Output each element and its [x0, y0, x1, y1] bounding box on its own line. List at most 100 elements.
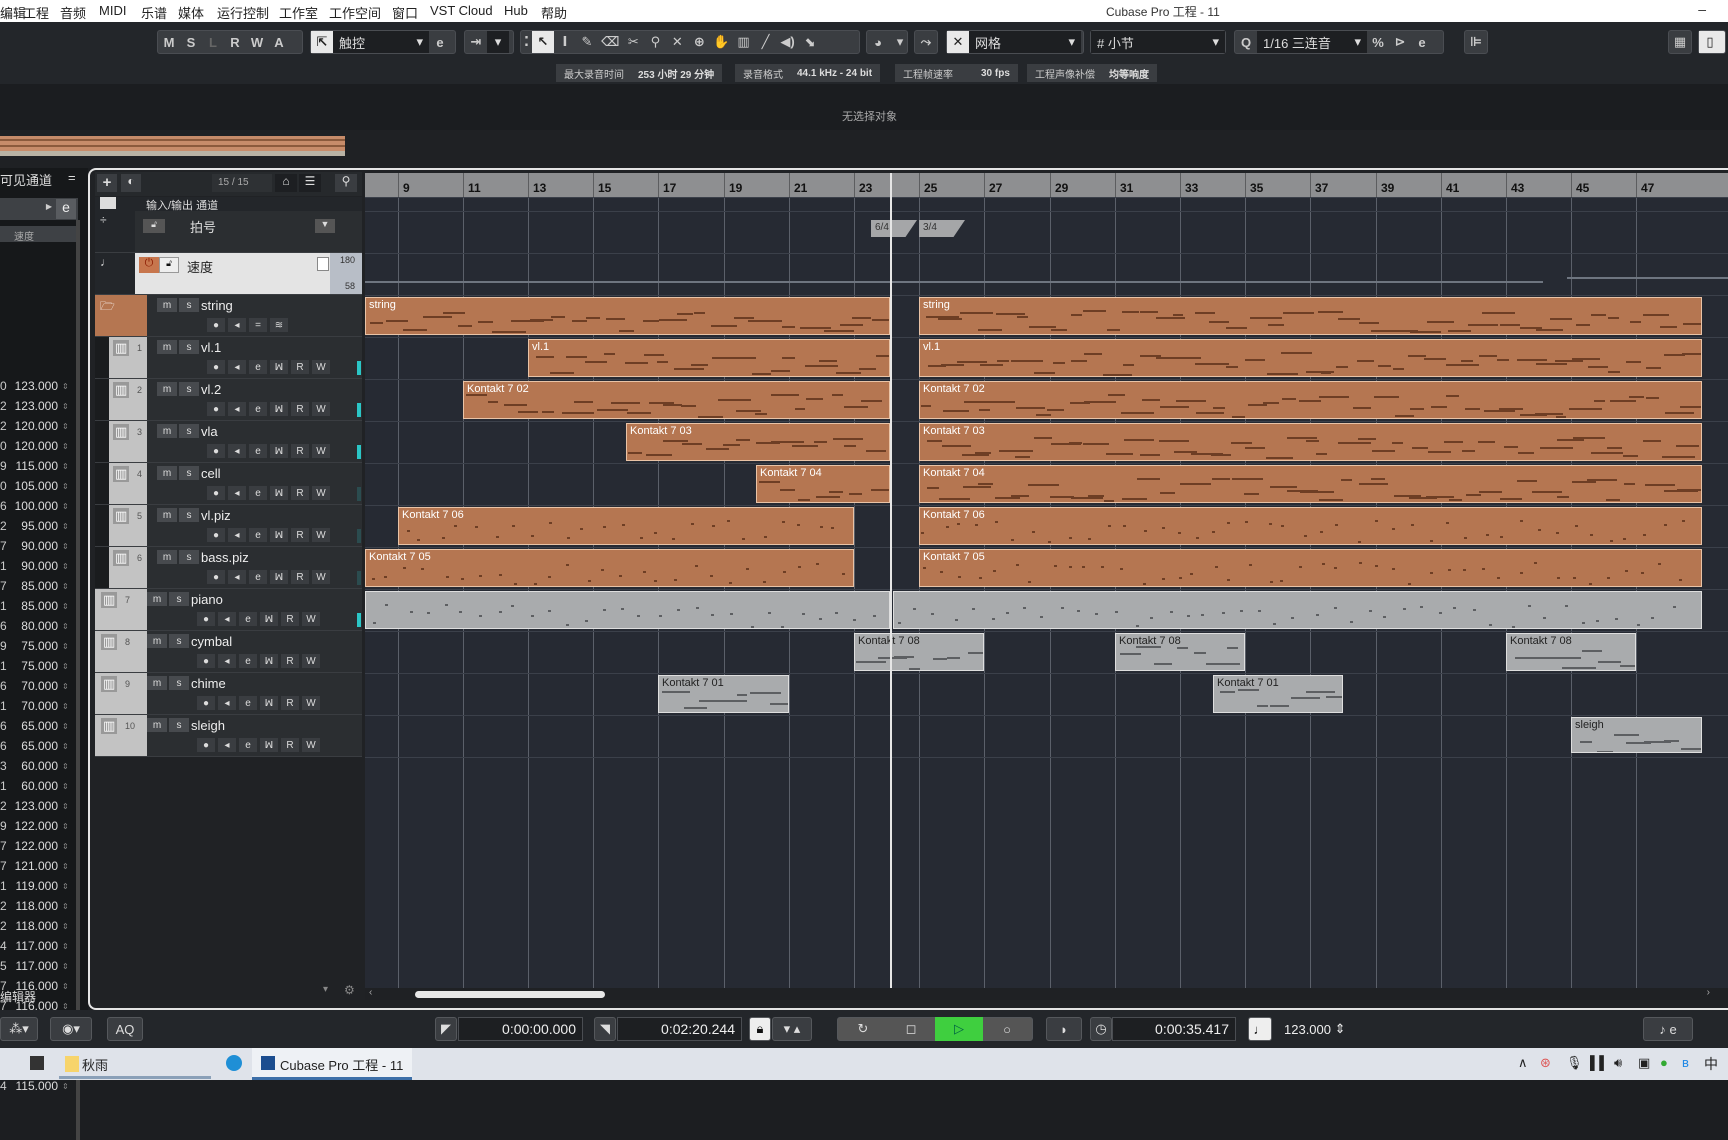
read-automation-button[interactable]: R — [291, 570, 309, 584]
volume-icon[interactable]: 🔊︎ — [1614, 1055, 1622, 1071]
track-name[interactable]: cell — [201, 466, 221, 481]
record-enable-icon[interactable]: ● — [207, 360, 225, 374]
tempo-list-row[interactable]: 2 123.000 ⇕ — [0, 396, 78, 416]
quantize-apply-icon[interactable]: ⊳ — [1389, 31, 1411, 53]
instrument-edit-icon[interactable]: ꟽ — [260, 696, 278, 710]
listen-button[interactable]: L — [202, 31, 224, 53]
midi-part[interactable]: Kontakt 7 04 — [919, 465, 1702, 503]
track-preset-icon[interactable]: ◐ — [121, 174, 141, 192]
monitor-icon[interactable]: ◂ — [228, 444, 246, 458]
midi-part[interactable]: string — [919, 297, 1702, 335]
write-button[interactable]: W — [246, 31, 268, 53]
record-enable-icon[interactable]: ● — [207, 486, 225, 500]
quantize-select[interactable]: 1/16 三连音 ▾ — [1257, 31, 1367, 53]
tempo-list-row[interactable]: 2 95.000 ⇕ — [0, 516, 78, 536]
tray-wechat-icon[interactable]: ● — [1660, 1055, 1668, 1070]
color-palette-icon[interactable]: ◕ — [867, 31, 889, 53]
scroll-right-icon[interactable]: › — [1707, 987, 1710, 998]
aq-button[interactable]: AQ — [107, 1017, 143, 1041]
read-automation-button[interactable]: R — [281, 654, 299, 668]
read-automation-button[interactable]: R — [291, 486, 309, 500]
midi-part[interactable]: Kontakt 7 05 — [365, 549, 854, 587]
edit-channel-button[interactable]: e — [239, 738, 257, 752]
midi-part[interactable]: Kontakt 7 03 — [919, 423, 1702, 461]
edit-channel-button[interactable]: e — [249, 402, 267, 416]
midi-part[interactable]: Kontakt 7 05 — [919, 549, 1702, 587]
track-header[interactable]: ▥ 6 m s bass.piz ● ◂ e ꟽ R W — [95, 547, 362, 589]
minimize-button[interactable]: – — [1698, 1, 1706, 17]
write-automation-button[interactable]: W — [302, 654, 320, 668]
edit-channel-button[interactable]: e — [239, 696, 257, 710]
monitor-icon[interactable]: ◂ — [218, 654, 236, 668]
solo-button[interactable]: s — [179, 298, 199, 312]
tempo-power-icon[interactable]: ⏻ — [139, 257, 159, 273]
record-enable-icon[interactable]: ● — [197, 738, 215, 752]
read-automation-button[interactable]: R — [291, 444, 309, 458]
tempo-list-row[interactable]: 0 123.000 ⇕ — [0, 376, 78, 396]
menu-audio[interactable]: 音频 — [60, 3, 86, 22]
monitor-icon[interactable]: ◂ — [228, 360, 246, 374]
track-header[interactable]: ▥ 10 m s sleigh ● ◂ e ꟽ R W — [95, 715, 362, 757]
monitor-icon[interactable]: ◂ — [218, 612, 236, 626]
tempo-checkbox[interactable] — [317, 257, 329, 271]
midi-part[interactable]: Kontakt 7 06 — [919, 507, 1702, 545]
edit-channel-button[interactable]: e — [239, 612, 257, 626]
edit-icon[interactable]: e — [56, 199, 76, 219]
midi-part[interactable]: Kontakt 7 02 — [463, 381, 890, 419]
record-enable-icon[interactable]: ● — [207, 528, 225, 542]
solo-button[interactable]: s — [169, 676, 189, 690]
midi-part[interactable]: sleigh — [1571, 717, 1702, 753]
tempo-list-row[interactable]: 6 100.000 ⇕ — [0, 496, 78, 516]
record-enable-icon[interactable]: ● — [207, 570, 225, 584]
hand-icon[interactable]: ✋ — [710, 31, 732, 53]
tempo-list-row[interactable]: 2 118.000 ⇕ — [0, 896, 78, 916]
channel-filter[interactable]: ▶ e — [0, 198, 78, 220]
solo-button[interactable]: s — [179, 340, 199, 354]
quantize-icon[interactable]: Q — [1235, 31, 1257, 53]
write-automation-button[interactable]: W — [312, 570, 330, 584]
instrument-edit-icon[interactable]: ꟽ — [270, 486, 288, 500]
lock-icon[interactable]: 🔓︎ — [143, 219, 165, 233]
tempo-list-row[interactable]: 2 118.000 ⇕ — [0, 916, 78, 936]
edit-channel-button[interactable]: e — [249, 360, 267, 374]
taskbar-cubase[interactable]: Cubase Pro 工程 - 11 — [252, 1048, 412, 1080]
solo-button[interactable]: s — [179, 424, 199, 438]
play-icon[interactable]: ▷ — [935, 1017, 983, 1041]
read-automation-button[interactable]: R — [291, 528, 309, 542]
punch-icons[interactable]: ▾ ▴ — [772, 1017, 812, 1041]
menu-window[interactable]: 窗口 — [392, 3, 418, 22]
color-tool-icon[interactable]: ⬊ — [799, 31, 821, 53]
left-zone-icon[interactable]: ▯ — [1699, 31, 1721, 53]
midi-part[interactable]: vl.1 — [919, 339, 1702, 377]
instrument-edit-icon[interactable]: ꟽ — [260, 654, 278, 668]
menu-project[interactable]: 工程 — [23, 3, 49, 22]
ime-indicator[interactable]: 中 — [1704, 1054, 1718, 1074]
tempo-list-row[interactable]: 2 123.000 ⇕ — [0, 796, 78, 816]
tempo-list-row[interactable]: 6 80.000 ⇕ — [0, 616, 78, 636]
lock-icon[interactable]: 🔓︎ — [159, 257, 179, 273]
drag-delay-icon[interactable]: ⇥ — [465, 31, 487, 53]
edit-channel-button[interactable]: e — [249, 444, 267, 458]
playhead-cursor[interactable] — [890, 173, 892, 988]
write-automation-button[interactable]: W — [302, 738, 320, 752]
split-icon[interactable]: ✂ — [622, 31, 644, 53]
folder-expand-icon[interactable]: ≋ — [270, 318, 288, 332]
draw-icon[interactable]: ✎ — [576, 31, 598, 53]
edit-automation-icon[interactable]: e — [429, 31, 451, 53]
automation-button[interactable]: A — [268, 31, 290, 53]
grid-type-select[interactable]: # 小节 ▾ — [1091, 31, 1225, 53]
mute-all-button[interactable]: M — [158, 31, 180, 53]
solo-button[interactable]: s — [169, 592, 189, 606]
tempo-list-row[interactable]: 1 90.000 ⇕ — [0, 556, 78, 576]
menu-help[interactable]: 帮助 — [541, 3, 567, 22]
tempo-list-row[interactable]: 1 60.000 ⇕ — [0, 776, 78, 796]
track-name[interactable]: vl.2 — [201, 382, 221, 397]
tray-monitor-icon[interactable]: ▣ — [1638, 1055, 1650, 1071]
menu-vst-cloud[interactable]: VST Cloud — [430, 3, 493, 18]
track-header[interactable]: ▥ 3 m s vla ● ◂ e ꟽ R W — [95, 421, 362, 463]
midi-part[interactable] — [365, 591, 890, 629]
snap-icon[interactable]: ✕ — [947, 31, 969, 53]
menu-score[interactable]: 乐谱 — [141, 3, 167, 22]
midi-part[interactable]: Kontakt 7 08 — [854, 633, 984, 671]
edit-channel-button[interactable]: e — [249, 486, 267, 500]
